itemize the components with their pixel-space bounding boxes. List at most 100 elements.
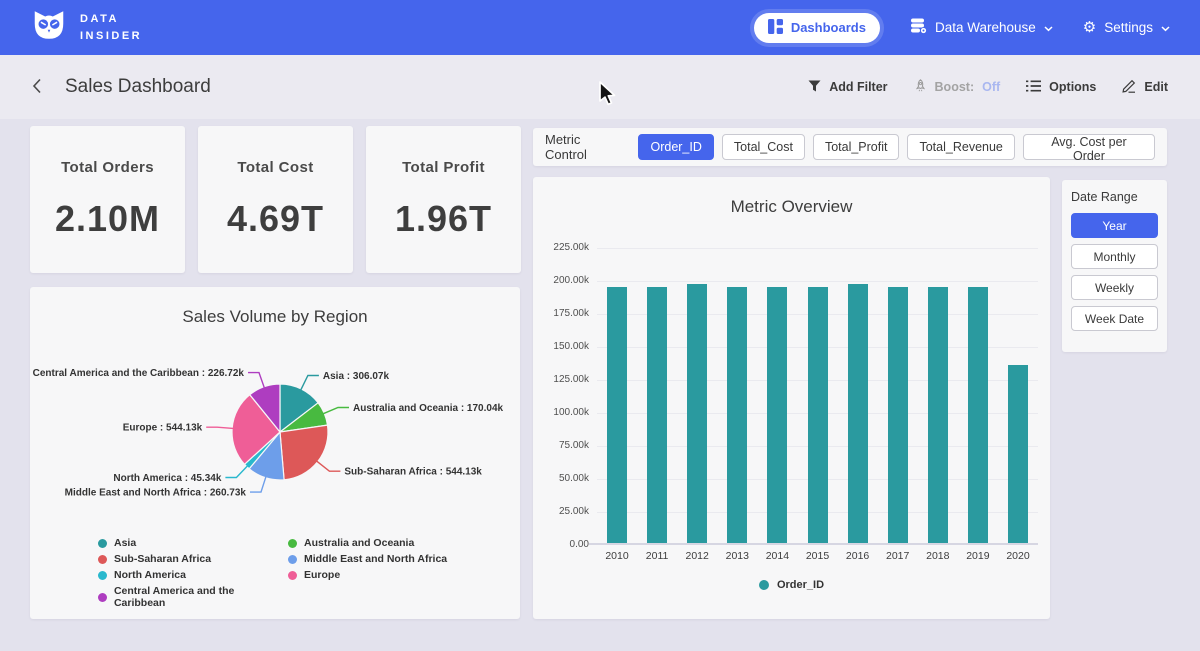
- edit-label: Edit: [1144, 80, 1168, 94]
- pie-label-sub-saharan-africa: Sub-Saharan Africa : 544.13k: [344, 467, 482, 478]
- bar-chart-plot-area: 0.0025.00k50.00k75.00k100.00k125.00k150.…: [597, 248, 1038, 545]
- legend-item-sub-saharan-africa[interactable]: Sub-Saharan Africa: [98, 553, 288, 565]
- y-axis-tick: 100.00k: [529, 407, 589, 418]
- pie-callout-line: [323, 408, 349, 414]
- legend-item-middle-east-and-north-africa[interactable]: Middle East and North Africa: [288, 553, 447, 565]
- bar-2013[interactable]: [727, 287, 747, 544]
- rocket-icon: [914, 79, 927, 95]
- metric-control-buttons: Order_ID Total_Cost Total_Profit Total_Reve…: [638, 134, 1155, 160]
- y-axis-tick: 125.00k: [529, 374, 589, 385]
- legend-dot: [98, 539, 107, 548]
- kpi-value: 1.96T: [395, 198, 492, 240]
- owl-logo-icon: [30, 9, 68, 47]
- legend-item-north-america[interactable]: North America: [98, 569, 288, 581]
- dashboards-button[interactable]: Dashboards: [754, 13, 880, 43]
- pie-chart: Asia : 306.07kAustralia and Oceania : 17…: [30, 335, 520, 535]
- legend-dot: [759, 580, 769, 590]
- x-axis-label-2020: 2020: [998, 550, 1038, 562]
- x-axis-label-2018: 2018: [918, 550, 958, 562]
- date-range-option-weekly[interactable]: Weekly: [1071, 275, 1158, 300]
- bar-2015[interactable]: [808, 287, 828, 544]
- y-axis-tick: 0.00: [529, 539, 589, 550]
- settings-menu[interactable]: ⚙ Settings: [1083, 20, 1170, 35]
- pie-slice-sub-saharan-africa[interactable]: [280, 425, 328, 480]
- legend-dot: [288, 539, 297, 548]
- back-button[interactable]: [32, 78, 42, 97]
- metric-option-total-revenue[interactable]: Total_Revenue: [907, 134, 1014, 160]
- x-axis-label-2019: 2019: [958, 550, 998, 562]
- bar-2012[interactable]: [687, 284, 707, 543]
- legend-dot: [288, 555, 297, 564]
- date-range-option-week-date[interactable]: Week Date: [1071, 306, 1158, 331]
- y-axis-tick: 50.00k: [529, 473, 589, 484]
- kpi-label: Total Cost: [237, 159, 313, 176]
- y-axis-tick: 75.00k: [529, 440, 589, 451]
- bar-2014[interactable]: [767, 287, 787, 543]
- y-axis-tick: 25.00k: [529, 506, 589, 517]
- metric-option-order-id[interactable]: Order_ID: [638, 134, 713, 160]
- pie-label-australia-and-oceania: Australia and Oceania : 170.04k: [353, 403, 504, 414]
- add-filter-button[interactable]: Add Filter: [808, 80, 887, 95]
- date-range-buttons: Year Monthly Weekly Week Date: [1071, 213, 1158, 331]
- boost-toggle[interactable]: Boost: Off: [914, 79, 1001, 95]
- brand-text: DATA INSIDER: [80, 11, 142, 44]
- pie-label-europe: Europe : 544.13k: [123, 423, 203, 434]
- kpi-value: 2.10M: [55, 198, 160, 240]
- toolbar: Add Filter Boost: Off Optio: [808, 79, 1168, 96]
- filter-funnel-icon: [808, 80, 821, 95]
- kpi-label: Total Profit: [402, 159, 485, 176]
- settings-label: Settings: [1104, 20, 1153, 35]
- database-icon: [910, 18, 927, 37]
- sales-volume-chart-panel: Sales Volume by Region Asia : 306.07kAus…: [30, 287, 520, 619]
- legend-dot: [98, 555, 107, 564]
- bar-2011[interactable]: [647, 287, 667, 544]
- dashboards-label: Dashboards: [791, 20, 866, 35]
- data-warehouse-menu[interactable]: Data Warehouse: [910, 18, 1053, 37]
- bar-2020[interactable]: [1008, 365, 1028, 543]
- metric-control-label: Metric Control: [545, 132, 625, 162]
- data-warehouse-label: Data Warehouse: [935, 20, 1036, 35]
- y-axis-tick: 175.00k: [529, 308, 589, 319]
- pie-chart-title: Sales Volume by Region: [30, 307, 520, 327]
- legend-item-australia-and-oceania[interactable]: Australia and Oceania: [288, 537, 447, 549]
- bar-2018[interactable]: [928, 287, 948, 543]
- metric-option-total-profit[interactable]: Total_Profit: [813, 134, 900, 160]
- bar-chart-legend[interactable]: Order_ID: [533, 579, 1050, 591]
- pie-callout-line: [250, 477, 266, 492]
- pie-label-central-america-and-the-caribbean: Central America and the Caribbean : 226.…: [33, 368, 245, 379]
- brand[interactable]: DATA INSIDER: [30, 9, 142, 47]
- x-axis-label-2015: 2015: [798, 550, 838, 562]
- list-options-icon: [1026, 80, 1041, 95]
- kpi-label: Total Orders: [61, 159, 154, 176]
- chevron-down-icon: [1161, 20, 1170, 35]
- legend-item-asia[interactable]: Asia: [98, 537, 288, 549]
- metric-option-total-cost[interactable]: Total_Cost: [722, 134, 805, 160]
- x-axis-label-2014: 2014: [757, 550, 797, 562]
- legend-item-europe[interactable]: Europe: [288, 569, 447, 581]
- gear-icon: ⚙: [1083, 20, 1096, 35]
- legend-dot: [98, 593, 107, 602]
- kpi-card-total-cost: Total Cost 4.69T: [198, 126, 353, 273]
- legend-dot: [288, 571, 297, 580]
- metric-option-avg-cost-per-order[interactable]: Avg. Cost per Order: [1023, 134, 1155, 160]
- edit-button[interactable]: Edit: [1122, 79, 1168, 96]
- bar-2017[interactable]: [888, 287, 908, 544]
- y-axis-tick: 225.00k: [529, 242, 589, 253]
- y-axis-tick: 200.00k: [529, 275, 589, 286]
- bar-2016[interactable]: [848, 284, 868, 543]
- options-button[interactable]: Options: [1026, 80, 1096, 95]
- kpi-card-total-profit: Total Profit 1.96T: [366, 126, 521, 273]
- bar-2010[interactable]: [607, 287, 627, 544]
- legend-dot: [98, 571, 107, 580]
- bar-2019[interactable]: [968, 287, 988, 544]
- legend-item-central-america-and-the-caribbean[interactable]: Central America and the Caribbean: [98, 585, 288, 609]
- gridline: [597, 248, 1038, 249]
- pencil-icon: [1122, 79, 1136, 96]
- top-navbar: DATA INSIDER Dashboards: [0, 0, 1200, 55]
- legend-label: Middle East and North Africa: [304, 553, 447, 565]
- date-range-option-year[interactable]: Year: [1071, 213, 1158, 238]
- options-label: Options: [1049, 80, 1096, 94]
- x-axis-label-2013: 2013: [717, 550, 757, 562]
- x-axis-label-2010: 2010: [597, 550, 637, 562]
- date-range-option-monthly[interactable]: Monthly: [1071, 244, 1158, 269]
